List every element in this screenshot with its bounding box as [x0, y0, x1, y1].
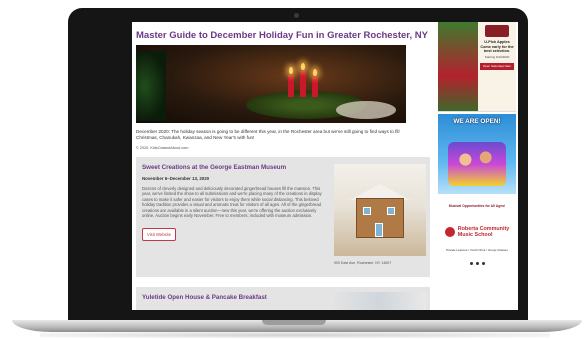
event-card: Yuletide Open House & Pancake Breakfast — [136, 287, 430, 310]
laptop-notch — [262, 320, 326, 325]
hero-image — [136, 45, 406, 123]
intro-text: December 2020: The holiday season is goi… — [136, 129, 400, 140]
school-logo: Roberta Community Music School — [438, 226, 516, 238]
window-graphic — [387, 207, 395, 215]
event-photo — [334, 292, 426, 310]
ad-panel: U-Pick Apples Come early for the best se… — [478, 22, 516, 111]
copyright-credit: © 2020, KidsOutandAbout.com — [136, 146, 189, 150]
carousel-dot[interactable] — [481, 262, 485, 265]
door-graphic — [375, 223, 383, 237]
house-graphic — [356, 198, 404, 238]
dish-graphic — [336, 101, 396, 119]
webcam — [294, 13, 299, 18]
ad-headline: WE ARE OPEN! — [453, 118, 501, 125]
lessons-text: Private Lessons / Youth Choir / Group Cl… — [446, 248, 508, 252]
music-school-icon — [444, 227, 455, 237]
flame-graphic — [289, 67, 293, 74]
ad-headline: U-Pick Apples Come early for the best se… — [480, 40, 514, 54]
christmas-tree-graphic — [136, 51, 166, 121]
carousel-dots[interactable] — [438, 262, 516, 265]
apple-farm-ad[interactable]: U-Pick Apples Come early for the best se… — [438, 22, 516, 112]
apple-picking-photo — [438, 22, 478, 111]
event-card: Sweet Creations at the George Eastman Mu… — [136, 157, 430, 277]
carousel-dot[interactable] — [469, 262, 473, 265]
ad-banner: Open Saturdays 9am — [480, 62, 514, 71]
candle-graphic — [312, 77, 318, 97]
school-name-line2: Music School — [457, 232, 493, 238]
laptop-shadow — [40, 332, 550, 338]
kids-photo — [448, 142, 506, 186]
flame-graphic — [301, 63, 305, 70]
ad-detail: Starting 9/12/2020 — [484, 54, 510, 59]
carousel-dot[interactable] — [475, 262, 479, 265]
candle-graphic — [300, 71, 306, 97]
window-graphic — [363, 207, 371, 215]
event-description: Dozens of cleverly designed and deliciou… — [142, 186, 322, 219]
photo-caption: 900 East Ave, Rochester, NY 14607 — [334, 261, 392, 265]
farm-logo — [485, 25, 509, 37]
visit-website-button[interactable]: Visit Website — [142, 228, 177, 242]
flame-graphic — [313, 69, 317, 76]
we-are-open-ad[interactable]: WE ARE OPEN! — [438, 114, 516, 194]
music-school-ad[interactable]: Musical Opportunities for All Ages! Robe… — [438, 196, 516, 310]
gingerbread-house-photo — [334, 164, 426, 256]
page-title: Master Guide to December Holiday Fun in … — [136, 30, 428, 41]
ad-tagline: Musical Opportunities for All Ages! — [448, 204, 506, 208]
browser-screen: Master Guide to December Holiday Fun in … — [132, 22, 518, 310]
main-content: Master Guide to December Holiday Fun in … — [132, 22, 436, 310]
sidebar-ads: U-Pick Apples Come early for the best se… — [438, 22, 518, 310]
candle-graphic — [288, 75, 294, 97]
school-name: Roberta Community Music School — [458, 226, 510, 238]
